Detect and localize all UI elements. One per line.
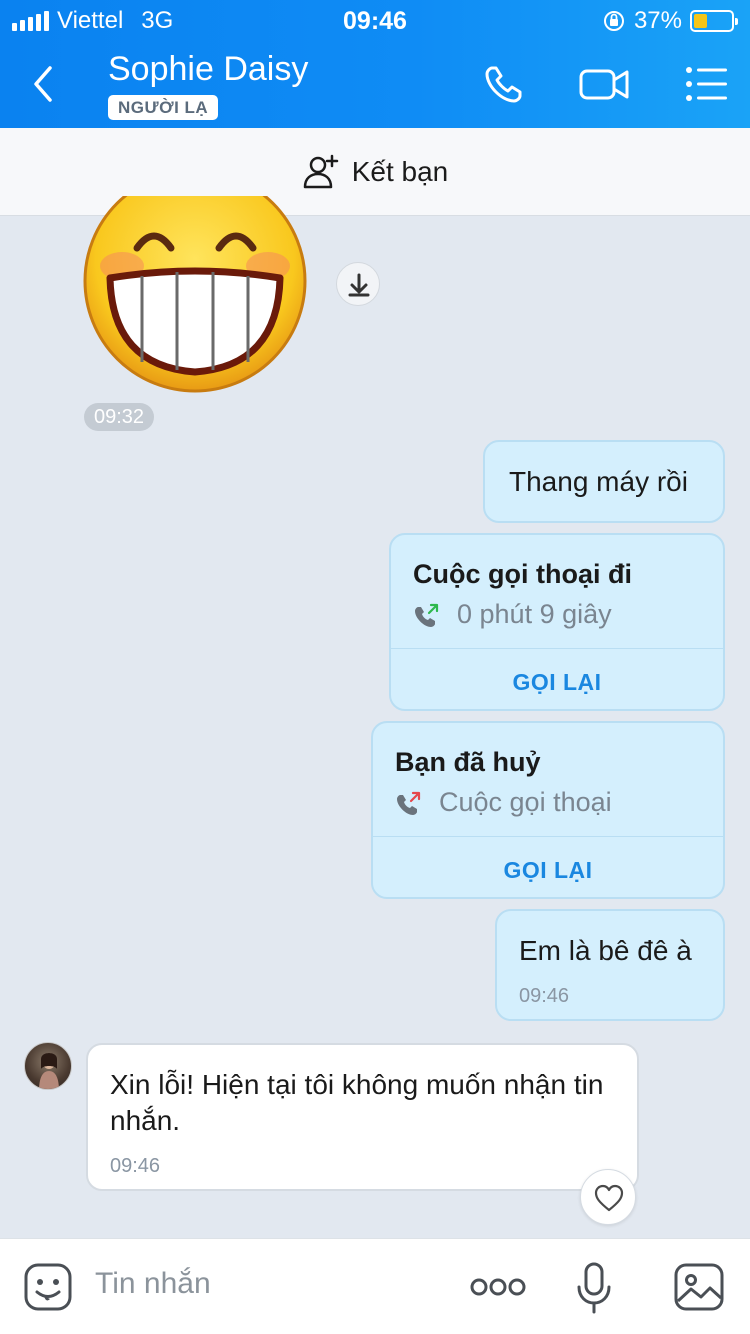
react-button[interactable] (580, 1169, 636, 1225)
phone-cancelled-icon (397, 791, 421, 815)
message-text: Xin lỗi! Hiện tại tôi không muốn nhận ti… (110, 1069, 604, 1136)
divider (373, 836, 723, 837)
back-icon[interactable] (26, 62, 66, 106)
add-friend-label: Kết bạn (351, 155, 449, 187)
rotation-lock-icon (603, 11, 624, 31)
message-input-bar: Tin nhắn (0, 1238, 750, 1334)
heart-icon (594, 1184, 624, 1212)
image-icon[interactable] (674, 1263, 724, 1311)
call-duration: 0 phút 9 giây (457, 599, 612, 629)
grin-sticker[interactable] (82, 196, 308, 396)
call-back-button[interactable]: GỌI LẠI (391, 669, 723, 696)
outgoing-call-card[interactable]: Cuộc gọi thoại đi 0 phút 9 giây GỌI LẠI (389, 533, 725, 711)
call-title: Cuộc gọi thoại đi (413, 559, 632, 589)
message-time: 09:46 (519, 985, 570, 1007)
phone-outgoing-icon (415, 603, 439, 627)
download-button[interactable] (336, 262, 380, 306)
message-input[interactable]: Tin nhắn (95, 1267, 211, 1301)
sent-message[interactable]: Em là bê đê à 09:46 (495, 909, 725, 1021)
avatar[interactable] (24, 1042, 72, 1090)
menu-icon[interactable] (683, 60, 735, 108)
phone-icon[interactable] (480, 60, 532, 108)
battery-percent: 37% (633, 7, 682, 34)
message-text: Thang máy rồi (509, 466, 688, 497)
battery-icon (690, 10, 738, 32)
call-title: Bạn đã huỷ (395, 747, 541, 777)
call-back-button[interactable]: GỌI LẠI (373, 857, 723, 884)
add-friend-icon (303, 154, 338, 188)
battery-level (694, 14, 708, 28)
cancelled-call-card[interactable]: Bạn đã huỷ Cuộc gọi thoại GỌI LẠI (371, 721, 725, 899)
emoji-icon[interactable] (24, 1263, 72, 1311)
message-time: 09:46 (110, 1155, 161, 1177)
sent-message[interactable]: Thang máy rồi (483, 440, 725, 523)
call-status: Cuộc gọi thoại (439, 787, 612, 817)
video-icon[interactable] (578, 60, 630, 108)
status-bar: Viettel 3G 09:46 37% (0, 0, 750, 40)
message-text: Em là bê đê à (519, 935, 692, 966)
sticker-timestamp: 09:32 (84, 403, 155, 431)
chat-header: Viettel 3G 09:46 37% Sophie Daisy NGƯỜI … (0, 0, 750, 128)
avatar-image (39, 1053, 59, 1089)
mic-icon[interactable] (575, 1261, 613, 1315)
download-icon (348, 273, 370, 297)
divider (391, 648, 723, 649)
received-message[interactable]: Xin lỗi! Hiện tại tôi không muốn nhận ti… (86, 1043, 639, 1191)
stranger-badge: NGƯỜI LẠ (108, 95, 219, 120)
more-icon[interactable] (470, 1273, 526, 1301)
contact-name[interactable]: Sophie Daisy (108, 50, 308, 89)
